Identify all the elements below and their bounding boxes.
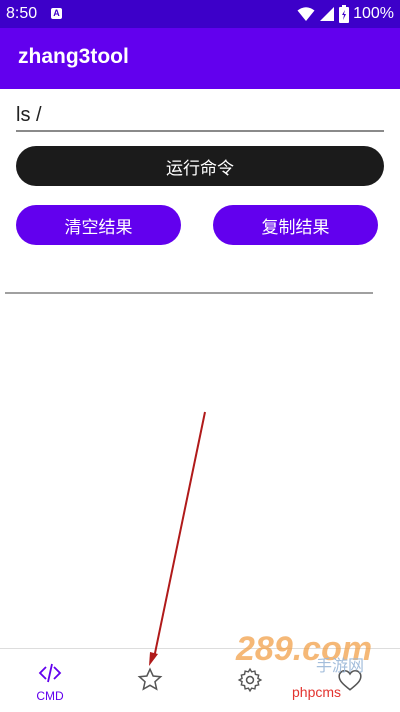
status-icons: 100% bbox=[297, 4, 394, 24]
status-time: 8:50 bbox=[6, 5, 38, 22]
result-output[interactable] bbox=[5, 296, 373, 636]
result-divider bbox=[5, 292, 373, 294]
app-bar: zhang3tool bbox=[0, 28, 400, 89]
nav-item-favorites[interactable] bbox=[100, 649, 200, 712]
nav-label-cmd: CMD bbox=[36, 689, 64, 703]
notification-icon: A bbox=[51, 8, 62, 19]
app-title: zhang3tool bbox=[18, 45, 129, 68]
signal-icon bbox=[320, 7, 335, 21]
clear-results-button[interactable]: 清空结果 bbox=[16, 205, 181, 245]
status-bar: 8:50 A 100% bbox=[0, 0, 400, 28]
watermark-cn-text: 手游网 bbox=[316, 656, 365, 675]
battery-icon bbox=[339, 5, 350, 23]
watermark-php-text: phpcms bbox=[292, 684, 342, 700]
run-command-button[interactable]: 运行命令 bbox=[16, 146, 384, 186]
code-icon bbox=[38, 663, 62, 683]
nav-item-cmd[interactable]: CMD bbox=[0, 649, 100, 712]
watermark-logo: 289.com 手游网 bbox=[236, 630, 386, 675]
wifi-icon bbox=[297, 7, 315, 21]
battery-percent: 100% bbox=[353, 5, 394, 22]
command-input[interactable] bbox=[16, 100, 384, 132]
copy-results-button[interactable]: 复制结果 bbox=[213, 205, 378, 245]
star-icon bbox=[137, 667, 163, 691]
